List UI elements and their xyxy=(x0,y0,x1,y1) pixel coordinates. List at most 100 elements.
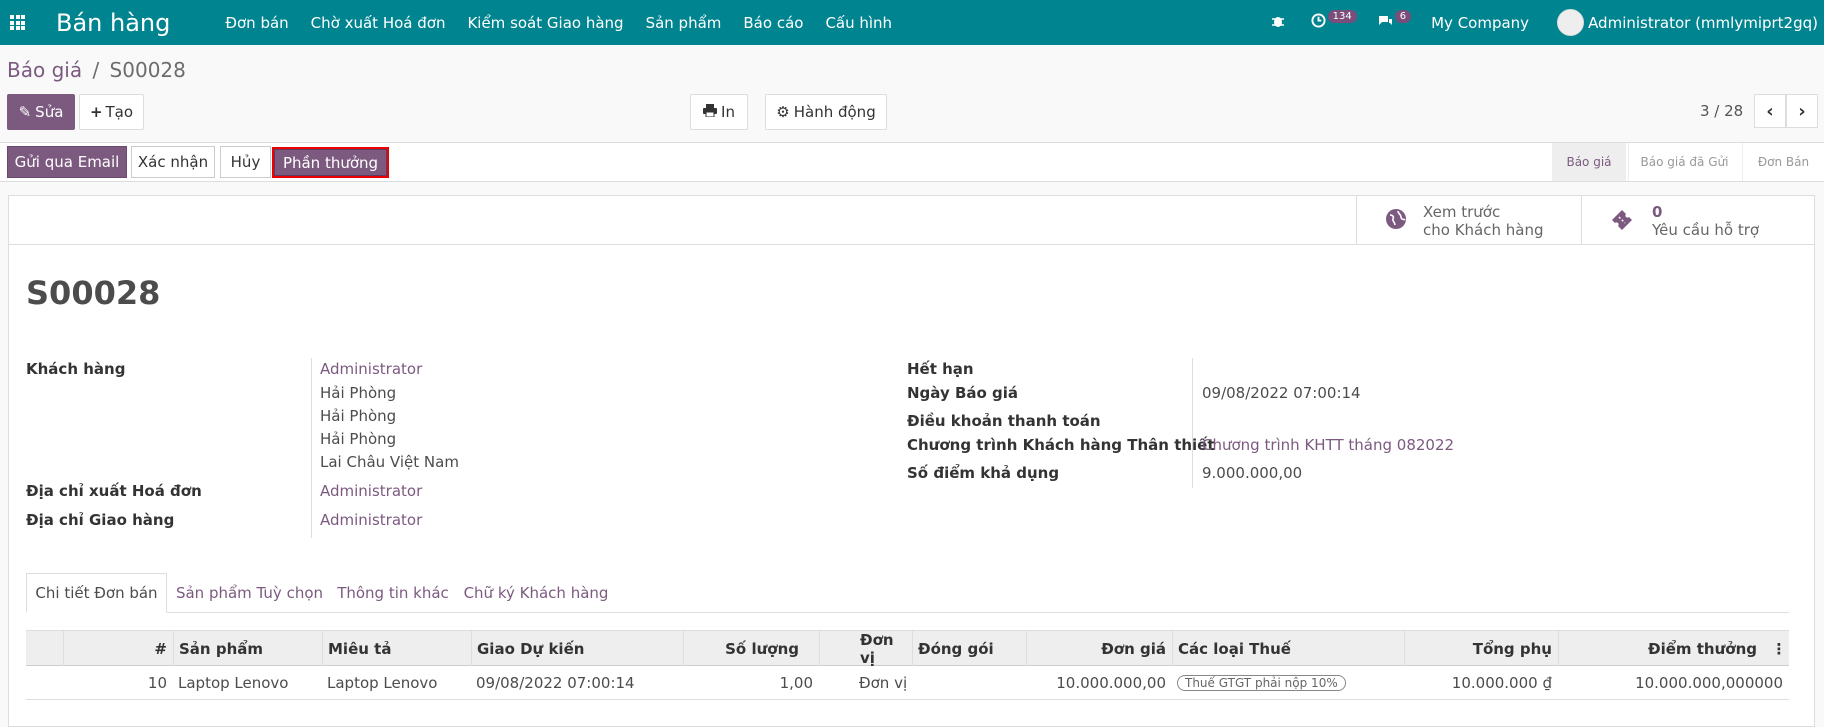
table-row[interactable]: 10 Laptop Lenovo Laptop Lenovo 09/08/202… xyxy=(26,666,1789,700)
menu-item-config[interactable]: Cấu hình xyxy=(825,14,892,32)
send-email-label: Gửi qua Email xyxy=(14,153,120,171)
reward-label: Phần thưởng xyxy=(282,153,379,172)
cell-sequence: 10 xyxy=(147,674,167,692)
stage-quotation[interactable]: Báo giá xyxy=(1552,143,1626,181)
app-name[interactable]: Bán hàng xyxy=(56,9,170,37)
column-header[interactable]: Điểm thưởng xyxy=(1558,631,1789,667)
column-header-label: Đóng gói xyxy=(918,640,994,658)
cell-packaging xyxy=(912,666,1026,700)
send-email-button[interactable]: Gửi qua Email xyxy=(7,146,127,178)
print-button-label: In xyxy=(721,103,735,121)
column-header-label: Các loại Thuế xyxy=(1178,640,1291,658)
confirm-button[interactable]: Xác nhận xyxy=(131,146,215,178)
cell-uom: Đơn vị xyxy=(859,674,908,692)
pager-counter[interactable]: 3 / 28 xyxy=(1700,102,1743,120)
ticket-icon xyxy=(1610,208,1634,234)
divider xyxy=(311,358,312,538)
column-header[interactable]: Miêu tả xyxy=(322,631,471,667)
edit-button-label: Sửa xyxy=(35,103,64,121)
create-button[interactable]: + Tạo xyxy=(79,94,144,130)
menu-item-delivery[interactable]: Kiểm soát Giao hàng xyxy=(467,14,623,32)
reward-button[interactable]: Phần thưởng xyxy=(272,147,389,178)
print-button[interactable]: In xyxy=(690,94,748,130)
messages-icon[interactable] xyxy=(1377,14,1393,32)
pager-previous-button[interactable]: ‹ xyxy=(1754,94,1786,128)
tickets-count: 0 xyxy=(1652,202,1663,221)
record-title: S00028 xyxy=(26,274,161,312)
column-header[interactable]: Đơn vị xyxy=(819,631,912,667)
preview-line1: Xem trước xyxy=(1423,202,1501,221)
debug-bug-icon[interactable] xyxy=(1271,14,1285,32)
column-header-label: Đơn vị xyxy=(860,631,894,667)
quotation-date-label: Ngày Báo giá xyxy=(907,384,1019,402)
customer-name[interactable]: Administrator xyxy=(320,360,422,378)
tab-order-lines-label: Chi tiết Đơn bán xyxy=(35,584,158,602)
gear-icon: ⚙ xyxy=(776,103,790,121)
column-header[interactable]: Giao Dự kiến xyxy=(471,631,683,667)
printer-icon xyxy=(703,103,718,121)
column-header[interactable]: Đơn giá xyxy=(1026,631,1172,667)
company-switcher[interactable]: My Company xyxy=(1431,14,1529,32)
customer-label: Khách hàng xyxy=(26,360,126,378)
cell-subtotal: 10.000.000 ₫ xyxy=(1451,674,1552,692)
column-header[interactable]: Tổng phụ xyxy=(1404,631,1558,667)
column-header[interactable]: Đóng gói xyxy=(912,631,1026,667)
column-header-label: Điểm thưởng xyxy=(1648,640,1757,658)
column-header[interactable]: Số lượng xyxy=(683,631,819,667)
loyalty-program-value[interactable]: Chương trình KHTT tháng 082022 xyxy=(1202,436,1454,454)
stage-quotation-label: Báo giá xyxy=(1566,155,1612,169)
breadcrumb-parent[interactable]: Báo giá xyxy=(7,58,82,82)
menu-item-products[interactable]: Sản phẩm xyxy=(646,14,722,32)
tax-tag: Thuế GTGT phải nộp 10% xyxy=(1177,675,1346,691)
action-button[interactable]: ⚙ Hành động xyxy=(765,94,887,130)
cancel-label: Hủy xyxy=(230,153,261,171)
tab-order-lines[interactable]: Chi tiết Đơn bán xyxy=(26,573,167,613)
delivery-address-value[interactable]: Administrator xyxy=(320,511,422,529)
customer-preview-button[interactable]: Xem trước cho Khách hàng xyxy=(1356,196,1581,245)
cell-unit-price: 10.000.000,00 xyxy=(1056,674,1166,692)
column-header-label: Tổng phụ xyxy=(1472,640,1552,658)
confirm-label: Xác nhận xyxy=(137,153,209,171)
globe-icon xyxy=(1385,208,1407,234)
chevron-right-icon: › xyxy=(1798,100,1806,122)
support-tickets-button[interactable]: 0 Yêu cầu hỗ trợ xyxy=(1581,196,1814,245)
invoice-address-value[interactable]: Administrator xyxy=(320,482,422,500)
tab-other-info[interactable]: Thông tin khác xyxy=(332,573,454,613)
preview-line2: cho Khách hàng xyxy=(1423,220,1544,239)
stage-quotation-sent[interactable]: Báo giá đã Gửi xyxy=(1628,143,1740,181)
pager-next-button[interactable]: › xyxy=(1786,94,1818,128)
customer-address-line: Lai Châu Việt Nam xyxy=(320,453,459,471)
avatar[interactable] xyxy=(1557,9,1585,36)
create-button-label: Tạo xyxy=(105,103,134,121)
menu-item-to-invoice[interactable]: Chờ xuất Hoá đơn xyxy=(311,14,446,32)
tab-customer-signature[interactable]: Chữ ký Khách hàng xyxy=(454,573,618,613)
column-options-icon[interactable]: ⋮ xyxy=(1769,631,1789,667)
cell-quantity: 1,00 xyxy=(779,674,813,692)
stage-sales-order[interactable]: Đơn Bán xyxy=(1742,143,1824,181)
breadcrumb-current: S00028 xyxy=(109,58,186,82)
column-header[interactable]: # xyxy=(63,631,173,667)
breadcrumb-separator: / xyxy=(92,58,100,82)
tab-optional-products-label: Sản phẩm Tuỳ chọn xyxy=(175,584,324,602)
user-menu[interactable]: Administrator (mmlymiprt2gq) xyxy=(1588,14,1818,32)
column-header-label: Miêu tả xyxy=(328,640,392,658)
menu-item-reports[interactable]: Báo cáo xyxy=(743,14,803,32)
apps-menu-icon[interactable] xyxy=(10,15,25,30)
customer-address-line: Hải Phòng xyxy=(320,430,397,448)
cell-description: Laptop Lenovo xyxy=(327,674,438,692)
chevron-left-icon: ‹ xyxy=(1766,100,1774,122)
column-header[interactable]: Sản phẩm xyxy=(173,631,322,667)
plus-icon: + xyxy=(89,103,103,121)
menu-item-orders[interactable]: Đơn bán xyxy=(225,14,288,32)
message-count-badge: 6 xyxy=(1394,10,1412,23)
top-navbar: Bán hàng Đơn bán Chờ xuất Hoá đơn Kiểm s… xyxy=(0,0,1824,45)
tab-optional-products[interactable]: Sản phẩm Tuỳ chọn xyxy=(167,573,332,613)
activity-clock-icon[interactable] xyxy=(1311,13,1326,32)
cell-product: Laptop Lenovo xyxy=(178,674,289,692)
cancel-button[interactable]: Hủy xyxy=(220,146,271,178)
customer-address-line: Hải Phòng xyxy=(320,384,397,402)
cell-delivery-date: 09/08/2022 07:00:14 xyxy=(476,674,635,692)
column-header[interactable]: Các loại Thuế xyxy=(1172,631,1404,667)
quotation-date-value: 09/08/2022 07:00:14 xyxy=(1202,384,1361,402)
edit-button[interactable]: ✎ Sửa xyxy=(7,94,75,130)
